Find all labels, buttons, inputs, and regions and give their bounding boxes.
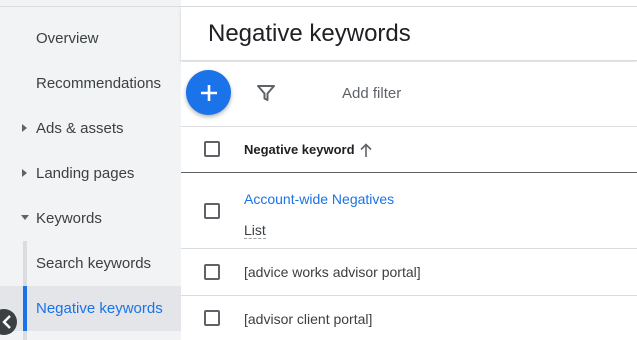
sidebar-item-ads-assets[interactable]: Ads & assets — [0, 106, 181, 151]
toolbar: Add filter — [181, 62, 637, 126]
row-checkbox[interactable] — [204, 203, 220, 219]
sidebar-item-label: Landing pages — [36, 165, 135, 182]
sidebar-item-overview[interactable]: Overview — [0, 16, 181, 61]
sidebar-item-label: Recommendations — [36, 75, 162, 92]
filter-icon[interactable] — [255, 82, 277, 104]
sidebar-item-search-keywords[interactable]: Search keywords — [0, 241, 181, 286]
sidebar-item-keywords[interactable]: Keywords — [0, 196, 181, 241]
sidebar-item-label: Keywords — [36, 210, 102, 227]
sidebar-item-landing-pages[interactable]: Landing pages — [0, 151, 181, 196]
table-header: Negative keyword — [181, 126, 637, 173]
page-title: Negative keywords — [208, 20, 411, 47]
row-checkbox[interactable] — [204, 310, 220, 326]
page-header: Negative keywords — [181, 7, 637, 61]
sort-ascending-icon[interactable] — [359, 142, 373, 158]
sidebar-item-label: Ads & assets — [36, 120, 124, 137]
sidebar: Overview Recommendations Ads & assets La… — [0, 0, 181, 340]
keyword-text: [advisor client portal] — [244, 311, 373, 327]
select-all-checkbox[interactable] — [204, 141, 220, 157]
table-row: [advice works advisor portal] — [181, 249, 637, 296]
column-header-negative-keyword[interactable]: Negative keyword — [244, 142, 355, 157]
chevron-left-icon — [2, 315, 11, 329]
keyword-type-label: List — [244, 222, 266, 239]
add-button[interactable] — [186, 70, 231, 115]
sidebar-item-recommendations[interactable]: Recommendations — [0, 61, 181, 106]
sidebar-item-label: Negative keywords — [36, 300, 163, 317]
sidebar-item-label: Search keywords — [36, 255, 152, 272]
sidebar-item-negative-keywords[interactable]: Negative keywords — [0, 286, 181, 331]
caret-right-icon — [22, 168, 27, 177]
active-indicator — [23, 286, 27, 331]
table-row: Account-wide Negatives List — [181, 173, 637, 249]
keyword-text: [advice works advisor portal] — [244, 264, 421, 280]
row-checkbox[interactable] — [204, 264, 220, 280]
keyword-list-link[interactable]: Account-wide Negatives — [244, 191, 394, 207]
caret-right-icon — [22, 123, 27, 132]
sidebar-item-label: Overview — [36, 30, 99, 47]
add-filter-button[interactable]: Add filter — [342, 85, 401, 102]
caret-down-icon — [21, 215, 29, 220]
table-row: [advisor client portal] — [181, 296, 637, 340]
plus-icon — [200, 84, 217, 101]
